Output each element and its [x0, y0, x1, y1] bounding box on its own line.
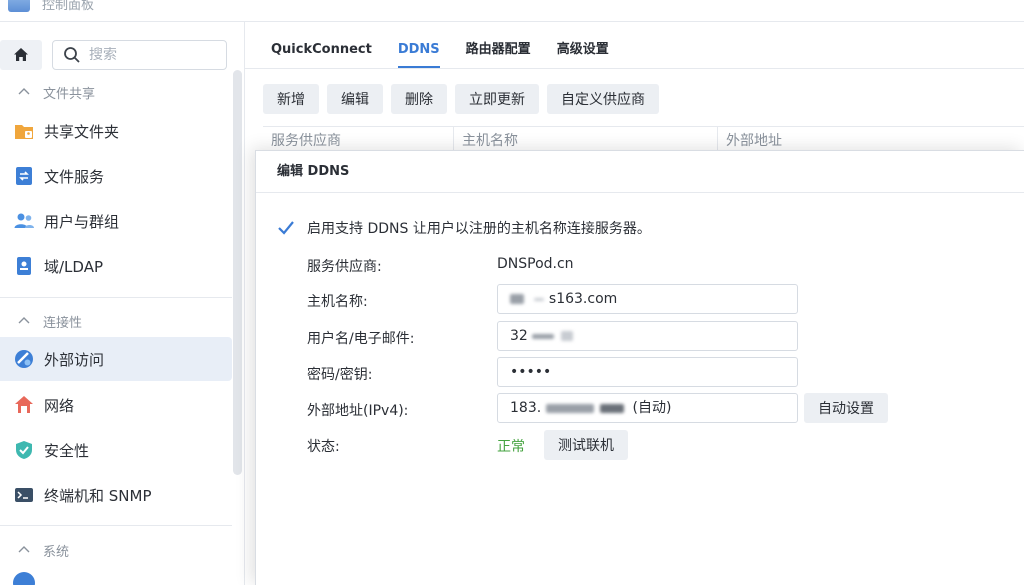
add-button[interactable]: 新增	[263, 84, 319, 114]
sidebar-item-label: 外部访问	[44, 350, 105, 369]
search-icon	[64, 47, 80, 63]
enable-ddns-row[interactable]: 启用支持 DDNS 让用户以注册的主机名称连接服务器。	[277, 217, 651, 239]
sidebar-item-shared-folder[interactable]: 共享文件夹	[0, 109, 232, 153]
section-file-sharing[interactable]: 文件共享	[0, 78, 232, 106]
sidebar-item-security[interactable]: 安全性	[0, 428, 232, 472]
tab-advanced-settings[interactable]: 高级设置	[557, 40, 609, 68]
provider-label: 服务供应商:	[307, 259, 382, 275]
sidebar-item-label: 网络	[44, 396, 75, 415]
password-label: 密码/密钥:	[307, 367, 373, 383]
sidebar-item-label: 终端机和 SNMP	[44, 486, 152, 505]
tab-divider	[245, 68, 1024, 69]
external-ip-input[interactable]: 183. (自动)	[497, 393, 798, 423]
title-bar: 控制面板	[0, 0, 1024, 22]
custom-provider-button[interactable]: 自定义供应商	[547, 84, 659, 114]
external-ip-prefix: 183.	[510, 400, 542, 416]
control-panel-window: 控制面板 文件共享	[0, 0, 1024, 585]
username-label: 用户名/电子邮件:	[307, 331, 415, 347]
password-input[interactable]: •••••	[497, 357, 798, 387]
sidebar-item-terminal-snmp[interactable]: 终端机和 SNMP	[0, 473, 232, 517]
sidebar-divider	[0, 297, 232, 298]
chevron-up-icon	[18, 317, 30, 324]
sidebar-item-file-services[interactable]: 文件服务	[0, 154, 232, 198]
checkmark-icon	[278, 221, 294, 235]
username-prefix: 32	[510, 328, 528, 344]
window-title: 控制面板	[42, 0, 95, 13]
section-connectivity[interactable]: 连接性	[0, 307, 232, 335]
sidebar-divider	[0, 525, 232, 526]
delete-button[interactable]: 删除	[391, 84, 447, 114]
sidebar-item-label: 安全性	[44, 441, 90, 460]
search-input[interactable]	[89, 47, 209, 63]
section-label: 系统	[43, 544, 70, 560]
sidebar-item-label: 共享文件夹	[44, 122, 120, 141]
users-icon	[14, 213, 34, 228]
redacted-mask	[534, 297, 545, 301]
edit-ddns-dialog: 编辑 DDNS 启用支持 DDNS 让用户以注册的主机名称连接服务器。 服务供应…	[255, 150, 1024, 585]
tab-bar: QuickConnect DDNS 路由器配置 高级设置	[271, 40, 635, 68]
username-input[interactable]: 32	[497, 321, 798, 351]
external-ip-suffix: (自动)	[632, 400, 672, 416]
sidebar-item-domain-ldap[interactable]: 域/LDAP	[0, 244, 232, 288]
tab-router-config[interactable]: 路由器配置	[466, 40, 531, 68]
edit-button[interactable]: 编辑	[327, 84, 383, 114]
home-icon	[14, 48, 28, 61]
dialog-title: 编辑 DDNS	[256, 151, 1024, 193]
network-icon	[15, 396, 33, 413]
redacted-mask	[532, 333, 555, 339]
tab-quickconnect[interactable]: QuickConnect	[271, 40, 372, 68]
hostname-label: 主机名称:	[307, 294, 368, 310]
section-system[interactable]: 系统	[0, 536, 232, 564]
terminal-icon	[15, 488, 33, 502]
chevron-up-icon	[18, 546, 30, 553]
sidebar: 文件共享 共享文件夹 文件服务 用户与群组	[0, 22, 245, 585]
password-dots: •••••	[510, 364, 552, 380]
sidebar-item-label: 用户与群组	[44, 212, 120, 231]
redacted-mask	[545, 403, 594, 413]
sidebar-item-label: 文件服务	[44, 167, 105, 186]
sidebar-scrollbar[interactable]	[233, 70, 242, 475]
auto-setup-button[interactable]: 自动设置	[804, 393, 888, 423]
sidebar-item-users-groups[interactable]: 用户与群组	[0, 199, 232, 243]
external-access-icon	[15, 350, 33, 368]
search-box[interactable]	[52, 40, 227, 70]
enable-ddns-label: 启用支持 DDNS 让用户以注册的主机名称连接服务器。	[307, 221, 651, 237]
info-center-icon	[13, 572, 35, 585]
status-value: 正常	[497, 439, 525, 455]
status-label: 状态:	[307, 439, 340, 455]
external-ip-label: 外部地址(IPv4):	[307, 403, 409, 419]
redacted-mask	[560, 331, 573, 341]
update-now-button[interactable]: 立即更新	[455, 84, 539, 114]
ldap-icon	[17, 257, 31, 275]
chevron-up-icon	[18, 88, 30, 95]
redacted-mask	[600, 403, 625, 413]
section-label: 连接性	[43, 315, 83, 331]
security-shield-icon	[16, 441, 32, 459]
control-panel-app-icon	[8, 0, 30, 12]
test-connection-button[interactable]: 测试联机	[544, 430, 628, 460]
file-service-icon	[16, 167, 32, 185]
redacted-mask	[510, 294, 524, 304]
hostname-input[interactable]: s163.com	[497, 284, 798, 314]
ddns-toolbar: 新增 编辑 删除 立即更新 自定义供应商	[263, 84, 667, 114]
section-label: 文件共享	[43, 86, 96, 102]
sidebar-item-external-access[interactable]: 外部访问	[0, 337, 232, 381]
enable-ddns-checkbox[interactable]	[277, 219, 295, 237]
shared-folder-icon	[15, 125, 33, 139]
sidebar-item-network[interactable]: 网络	[0, 383, 232, 427]
hostname-suffix: s163.com	[548, 291, 618, 307]
provider-value: DNSPod.cn	[497, 256, 574, 272]
home-button[interactable]	[0, 40, 42, 70]
sidebar-item-label: 域/LDAP	[44, 257, 104, 276]
tab-ddns[interactable]: DDNS	[397, 40, 440, 68]
